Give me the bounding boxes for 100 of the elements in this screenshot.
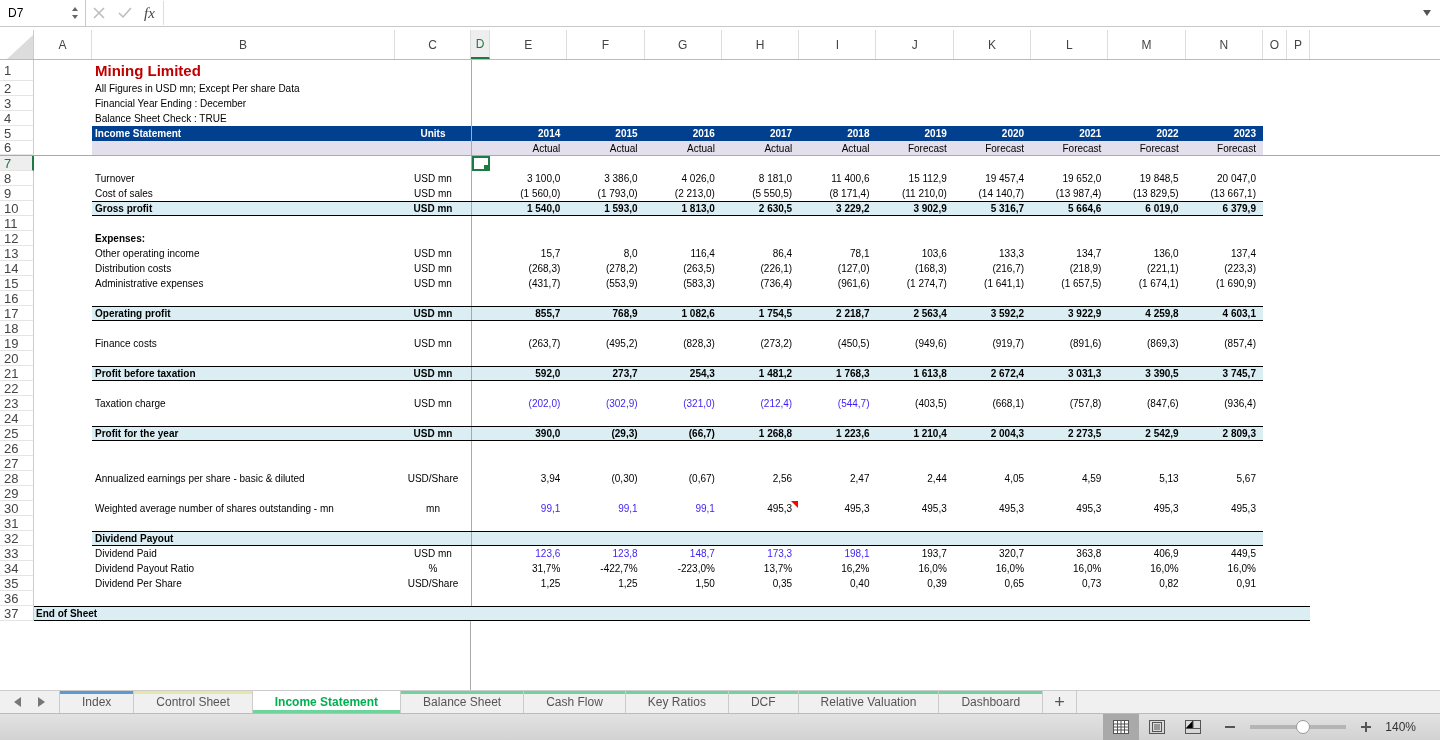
row-header[interactable]: 15 xyxy=(0,276,34,291)
cell-value: Forecast xyxy=(1217,142,1256,154)
row-header[interactable]: 29 xyxy=(0,486,34,501)
row-header[interactable]: 31 xyxy=(0,516,34,531)
row-header[interactable]: 23 xyxy=(0,396,34,411)
row-header[interactable]: 8 xyxy=(0,171,34,186)
cell-value: 855,7 xyxy=(535,308,561,319)
cell-value: (5 550,5) xyxy=(752,188,793,199)
cell-value: Forecast xyxy=(1062,142,1102,154)
column-header[interactable]: F xyxy=(567,30,645,59)
row-header[interactable]: 10 xyxy=(0,201,34,216)
cell-value: 15 112,9 xyxy=(908,173,947,184)
sheet-title: Mining Limited xyxy=(95,62,201,79)
column-header[interactable]: J xyxy=(876,30,954,59)
cell-value: 0,39 xyxy=(927,578,947,589)
cell-value: Actual xyxy=(764,142,793,154)
row-header[interactable]: 5 xyxy=(0,126,34,141)
row-header[interactable]: 33 xyxy=(0,546,34,561)
column-header[interactable]: P xyxy=(1286,30,1310,59)
function-button[interactable]: fx xyxy=(144,4,155,22)
row-header[interactable]: 11 xyxy=(0,216,34,231)
row-header[interactable]: 13 xyxy=(0,246,34,261)
name-box[interactable]: D7 xyxy=(0,0,86,26)
row-header[interactable]: 35 xyxy=(0,576,34,591)
zoom-level[interactable]: 140% xyxy=(1385,720,1416,734)
sheet-tab[interactable]: Cash Flow xyxy=(524,691,626,713)
sheet-tab[interactable]: Relative Valuation xyxy=(798,691,940,713)
comment-indicator-icon[interactable] xyxy=(791,501,799,508)
scroll-left-icon[interactable] xyxy=(13,697,22,707)
row-header[interactable]: 4 xyxy=(0,111,34,126)
row-header[interactable]: 7 xyxy=(0,156,34,171)
cell-value: 1 813,0 xyxy=(681,203,715,214)
cell-value: 390,0 xyxy=(535,428,561,439)
row-header[interactable]: 21 xyxy=(0,366,34,381)
zoom-in-icon[interactable] xyxy=(1361,722,1372,732)
row-header[interactable]: 14 xyxy=(0,261,34,276)
cell-value: 3 100,0 xyxy=(526,173,561,184)
row-header[interactable]: 34 xyxy=(0,561,34,576)
cell-value: (168,3) xyxy=(915,263,947,274)
cell-value: 1,25 xyxy=(540,578,561,589)
cell-cursor[interactable] xyxy=(472,156,490,171)
sheet-tab[interactable]: DCF xyxy=(728,691,799,713)
cell-value: 19 848,5 xyxy=(1139,173,1179,184)
column-header[interactable]: D xyxy=(471,30,490,59)
caret-icon[interactable] xyxy=(1422,9,1432,17)
slider-thumb[interactable] xyxy=(1296,720,1311,734)
row-header[interactable]: 16 xyxy=(0,291,34,306)
column-header[interactable]: B xyxy=(92,30,395,59)
column-header[interactable]: L xyxy=(1031,30,1109,59)
cell-value: 254,3 xyxy=(689,368,715,379)
cell-value: 6 379,9 xyxy=(1222,203,1256,214)
column-header[interactable]: O xyxy=(1262,30,1287,59)
sheet-tab[interactable]: Dashboard xyxy=(939,691,1044,713)
cell-value: (583,3) xyxy=(683,278,715,289)
row-header[interactable]: 20 xyxy=(0,351,34,366)
row-header[interactable]: 6 xyxy=(0,141,34,155)
row-header[interactable]: 9 xyxy=(0,186,34,201)
column-header[interactable]: G xyxy=(644,30,722,59)
cell-value: 495,3 xyxy=(1230,503,1256,514)
row-header[interactable]: 12 xyxy=(0,231,34,246)
cell-value: 148,7 xyxy=(689,548,715,559)
row-label: Cost of sales xyxy=(95,188,153,199)
row-header[interactable]: 24 xyxy=(0,411,34,426)
column-header[interactable]: A xyxy=(34,30,92,59)
cell-value: (14 140,7) xyxy=(978,188,1025,199)
scroll-right-icon[interactable] xyxy=(37,697,46,707)
column-header[interactable]: M xyxy=(1108,30,1186,59)
row-header[interactable]: 3 xyxy=(0,96,34,111)
sheet-tab[interactable]: Control Sheet xyxy=(134,691,253,713)
check-icon[interactable] xyxy=(118,7,132,19)
row-header[interactable]: 36 xyxy=(0,591,34,606)
column-header[interactable]: H xyxy=(721,30,800,59)
cell-value: (212,4) xyxy=(760,398,793,409)
row-header[interactable]: 17 xyxy=(0,306,34,321)
unit-label: USD/Share xyxy=(407,473,459,484)
cell-value: (1 560,0) xyxy=(520,188,561,199)
cell-value: (668,1) xyxy=(992,398,1025,409)
cell-value: 1 210,4 xyxy=(913,428,947,439)
row-header[interactable]: 2 xyxy=(0,81,34,96)
column-header[interactable]: N xyxy=(1185,30,1263,59)
cell-value: 2 630,5 xyxy=(758,203,793,214)
column-header[interactable]: I xyxy=(799,30,877,59)
row-header[interactable]: 19 xyxy=(0,336,34,351)
row-header[interactable]: 27 xyxy=(0,456,34,471)
column-header[interactable]: E xyxy=(490,30,568,59)
sheet-tab[interactable]: Balance Sheet xyxy=(401,691,525,713)
row-header[interactable]: 25 xyxy=(0,426,34,441)
sheet-tab[interactable]: Index xyxy=(60,691,135,713)
row-header[interactable]: 18 xyxy=(0,321,34,336)
row-header[interactable]: 32 xyxy=(0,531,34,546)
row-header[interactable]: 26 xyxy=(0,441,34,456)
column-header[interactable]: K xyxy=(953,30,1032,59)
row-header[interactable]: 1 xyxy=(0,60,34,81)
row-header[interactable]: 30 xyxy=(0,501,34,516)
row-header[interactable]: 28 xyxy=(0,471,34,486)
row-header[interactable]: 22 xyxy=(0,381,34,396)
cell-value: (949,6) xyxy=(915,338,947,349)
view-button[interactable] xyxy=(1103,714,1140,740)
cell-value: 592,0 xyxy=(535,368,561,379)
sheet-tab[interactable]: Key Ratios xyxy=(625,691,729,713)
